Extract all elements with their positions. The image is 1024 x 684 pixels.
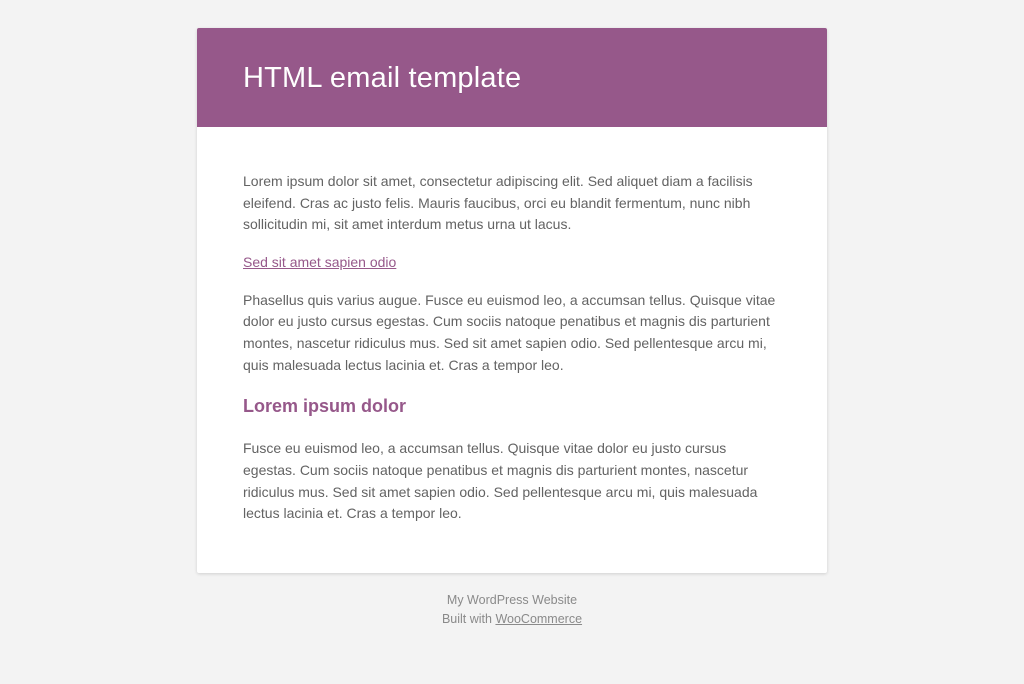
body-paragraph-1: Lorem ipsum dolor sit amet, consectetur … <box>243 171 781 236</box>
email-card: HTML email template Lorem ipsum dolor si… <box>197 28 827 573</box>
email-header: HTML email template <box>197 28 827 127</box>
body-link-1[interactable]: Sed sit amet sapien odio <box>243 254 396 270</box>
footer-built-prefix: Built with <box>442 612 496 626</box>
footer-built-line: Built with WooCommerce <box>442 610 582 629</box>
footer-site-name: My WordPress Website <box>442 591 582 610</box>
body-paragraph-3: Fusce eu euismod leo, a accumsan tellus.… <box>243 438 781 525</box>
body-link-row: Sed sit amet sapien odio <box>243 252 781 274</box>
email-title: HTML email template <box>243 62 781 95</box>
footer-woocommerce-link[interactable]: WooCommerce <box>495 612 582 626</box>
email-footer: My WordPress Website Built with WooComme… <box>442 591 582 629</box>
email-body: Lorem ipsum dolor sit amet, consectetur … <box>197 127 827 573</box>
body-paragraph-2: Phasellus quis varius augue. Fusce eu eu… <box>243 290 781 377</box>
body-heading-2: Lorem ipsum dolor <box>243 393 781 421</box>
